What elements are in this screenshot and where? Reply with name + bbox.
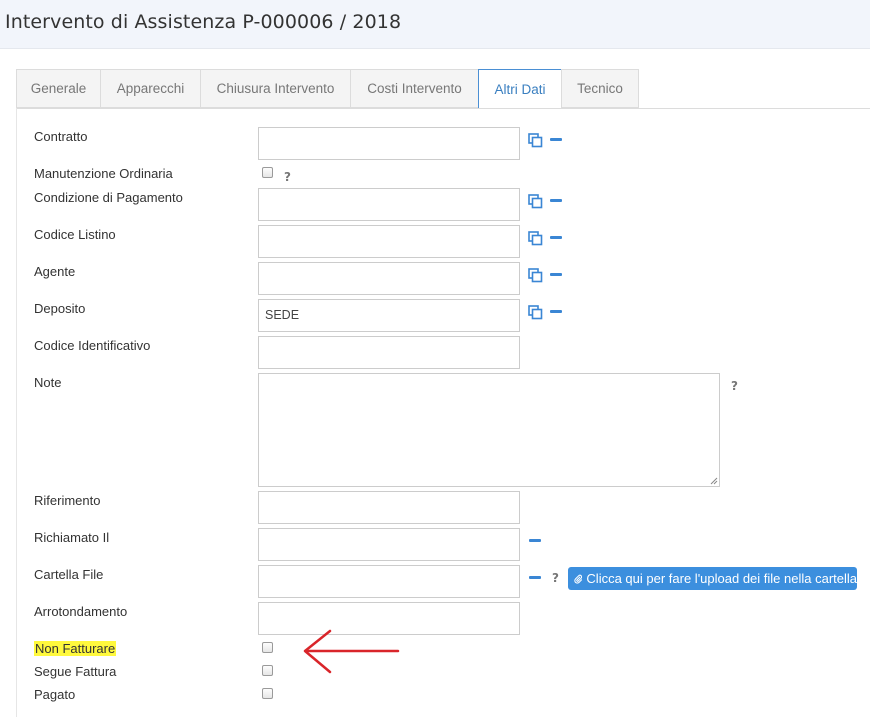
- non-fatturare-highlight: Non Fatturare: [34, 641, 117, 656]
- remove-icon[interactable]: [550, 310, 562, 313]
- help-icon[interactable]: ?: [731, 379, 738, 393]
- agente-input[interactable]: [258, 262, 520, 295]
- richiamato-il-input[interactable]: [258, 528, 520, 561]
- non-fatturare-label: Non Fatturare: [34, 641, 117, 656]
- page-header: Intervento di Assistenza P-000006 / 2018: [0, 0, 870, 49]
- condizione-pagamento-input[interactable]: [258, 188, 520, 221]
- remove-icon[interactable]: [550, 199, 562, 202]
- copy-icon[interactable]: [528, 231, 543, 246]
- codice-identificativo-input[interactable]: [258, 336, 520, 369]
- manutenzione-ordinaria-checkbox[interactable]: [262, 167, 273, 178]
- page-title: Intervento di Assistenza P-000006 / 2018: [5, 11, 402, 33]
- segue-fattura-checkbox[interactable]: [262, 665, 273, 676]
- deposito-input[interactable]: SEDE: [258, 299, 520, 332]
- copy-icon[interactable]: [528, 133, 543, 148]
- non-fatturare-checkbox[interactable]: [262, 642, 273, 653]
- note-textarea[interactable]: [258, 373, 720, 487]
- upload-folder-button[interactable]: Clicca qui per fare l'upload dei file ne…: [568, 567, 857, 590]
- red-arrow-annotation: [303, 629, 400, 674]
- segue-fattura-label: Segue Fattura: [34, 664, 117, 679]
- richiamato-il-label: Richiamato Il: [34, 530, 110, 545]
- tab-altri-dati[interactable]: Altri Dati: [478, 69, 562, 109]
- copy-icon[interactable]: [528, 268, 543, 283]
- codice-identificativo-label: Codice Identificativo: [34, 338, 151, 353]
- upload-button-label: Clicca qui per fare l'upload dei file ne…: [586, 571, 857, 586]
- help-icon[interactable]: ?: [552, 571, 559, 585]
- condizione-pagamento-label: Condizione di Pagamento: [34, 190, 183, 205]
- tab-generale[interactable]: Generale: [16, 69, 101, 108]
- arrotondamento-label: Arrotondamento: [34, 604, 128, 619]
- riferimento-input[interactable]: [258, 491, 520, 524]
- note-label: Note: [34, 375, 62, 390]
- pagato-label: Pagato: [34, 687, 76, 702]
- cartella-file-label: Cartella File: [34, 567, 104, 582]
- remove-icon[interactable]: [550, 273, 562, 276]
- copy-icon[interactable]: [528, 194, 543, 209]
- help-icon[interactable]: ?: [284, 170, 291, 184]
- deposito-label: Deposito: [34, 301, 86, 316]
- remove-icon[interactable]: [529, 539, 541, 542]
- riferimento-label: Riferimento: [34, 493, 101, 508]
- remove-icon[interactable]: [529, 576, 541, 579]
- resize-grip-icon[interactable]: [710, 477, 718, 485]
- codice-listino-input[interactable]: [258, 225, 520, 258]
- remove-icon[interactable]: [550, 138, 562, 141]
- contratto-input[interactable]: [258, 127, 520, 160]
- copy-icon[interactable]: [528, 305, 543, 320]
- paperclip-icon: [574, 574, 583, 584]
- tab-divider: [16, 108, 870, 109]
- agente-label: Agente: [34, 264, 76, 279]
- manutenzione-ordinaria-label: Manutenzione Ordinaria: [34, 166, 173, 181]
- tab-chiusura-intervento[interactable]: Chiusura Intervento: [200, 69, 351, 108]
- tab-apparecchi[interactable]: Apparecchi: [100, 69, 201, 108]
- tab-tecnico[interactable]: Tecnico: [561, 69, 639, 108]
- cartella-file-input[interactable]: [258, 565, 520, 598]
- codice-listino-label: Codice Listino: [34, 227, 116, 242]
- contratto-label: Contratto: [34, 129, 88, 144]
- panel-border: [16, 108, 17, 717]
- tab-costi-intervento[interactable]: Costi Intervento: [350, 69, 479, 108]
- pagato-checkbox[interactable]: [262, 688, 273, 699]
- remove-icon[interactable]: [550, 236, 562, 239]
